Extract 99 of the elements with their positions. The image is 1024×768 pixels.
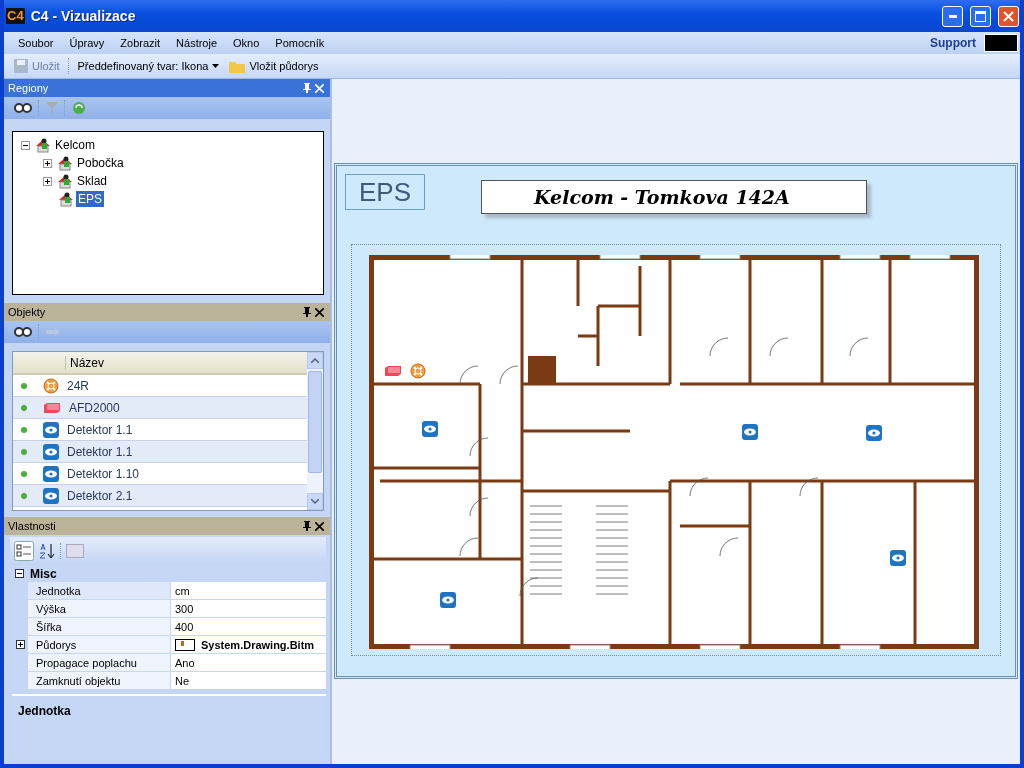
control-panel-icon: [384, 365, 402, 377]
house-person-icon: [57, 155, 73, 171]
folder-icon: [229, 59, 246, 73]
tree-item[interactable]: Sklad: [75, 173, 110, 189]
property-name[interactable]: Zamknutí objektu: [28, 672, 171, 689]
object-row[interactable]: 24R: [13, 375, 307, 397]
detector-icon: [422, 421, 438, 437]
minimize-icon: [948, 14, 957, 18]
tree-item[interactable]: Pobočka: [75, 155, 126, 171]
plus-icon: [44, 159, 51, 167]
property-value[interactable]: cm: [171, 582, 326, 599]
house-person-icon: [35, 137, 51, 153]
control-panel-icon: [43, 401, 61, 414]
image-thumbnail-icon: [175, 638, 195, 651]
object-row[interactable]: Detektor 2.1: [13, 485, 307, 507]
menu-item[interactable]: Nástroje: [168, 37, 226, 49]
plan-heading: Kelcom - Tomkova 142A: [481, 180, 867, 214]
object-name: Detektor 1.1: [67, 444, 133, 459]
minus-icon: [16, 570, 23, 577]
detector-icon: [43, 421, 59, 438]
close-button[interactable]: [313, 521, 326, 531]
toolbar-button[interactable]: Vložit půdorys: [227, 59, 321, 73]
detector-icon: [440, 592, 456, 608]
object-name: AFD2000: [69, 400, 120, 415]
region-label: EPS: [345, 174, 425, 210]
menu-item[interactable]: Zobrazit: [112, 37, 169, 49]
object-row[interactable]: AFD2000: [13, 397, 307, 419]
expand-toggle[interactable]: [21, 140, 30, 150]
property-name[interactable]: Výška: [28, 600, 171, 617]
tree-item[interactable]: Kelcom: [53, 137, 97, 153]
menu-item[interactable]: Úpravy: [61, 37, 113, 49]
chevron-up-icon: [311, 358, 319, 363]
pin-button[interactable]: [301, 307, 313, 317]
property-value[interactable]: 300: [171, 600, 326, 617]
column-title[interactable]: Název: [65, 355, 104, 370]
menu-item[interactable]: Okno: [225, 37, 268, 49]
window-title: C4 - Vizualizace: [30, 8, 137, 24]
detector-icon: [866, 425, 882, 441]
object-name: Detektor 2.1: [67, 488, 133, 503]
object-row[interactable]: Detektor 1.10: [13, 463, 307, 485]
object-name: Detektor 1.10: [67, 466, 140, 481]
panel-title: Regiony: [8, 82, 50, 94]
app-logo: C4: [6, 8, 25, 24]
caret-icon: [212, 64, 220, 68]
panel-title: Objekty: [8, 306, 47, 318]
collapse-toggle[interactable]: [15, 569, 24, 578]
detector-icon: [43, 443, 59, 460]
property-value[interactable]: Ne: [171, 672, 326, 689]
property-name[interactable]: Půdorys: [28, 636, 171, 653]
shape-dropdown[interactable]: Předdefinovaný tvar: Ikona: [75, 60, 222, 72]
maximize-button[interactable]: [970, 5, 991, 27]
binoculars-icon[interactable]: [14, 103, 32, 113]
menu-item[interactable]: Pomocník: [267, 37, 333, 49]
sounder-icon: [410, 363, 426, 379]
property-value[interactable]: 400: [171, 618, 326, 635]
sounder-icon: [43, 377, 59, 394]
maximize-icon: [975, 10, 986, 22]
save-icon: [14, 59, 28, 73]
scroll-up-button[interactable]: [307, 352, 323, 369]
expand-toggle[interactable]: [43, 176, 52, 186]
categorized-icon[interactable]: [14, 541, 34, 561]
expand-toggle[interactable]: [43, 158, 52, 168]
property-value[interactable]: System.Drawing.Bitm: [171, 636, 326, 653]
support-label: Support: [930, 36, 976, 50]
panel-title: Vlastnosti: [8, 520, 57, 532]
sort-alphabetical-icon[interactable]: [38, 542, 56, 560]
property-name[interactable]: Šířka: [28, 618, 171, 635]
property-value[interactable]: Ano: [171, 654, 326, 671]
plus-icon: [16, 641, 24, 648]
house-person-icon: [57, 173, 73, 189]
detector-icon: [43, 487, 59, 504]
binoculars-icon[interactable]: [14, 327, 32, 337]
minimize-button[interactable]: [942, 5, 963, 27]
house-person-icon: [58, 191, 74, 207]
detector-icon: [742, 424, 758, 440]
close-icon: [1003, 10, 1014, 22]
expand-toggle[interactable]: [15, 640, 25, 649]
category-title: Misc: [30, 566, 57, 581]
plus-icon: [44, 177, 51, 185]
close-button[interactable]: [998, 5, 1019, 27]
object-name: 24R: [67, 378, 89, 393]
scroll-down-button[interactable]: [307, 493, 323, 510]
object-row[interactable]: Detektor 1.1: [13, 419, 307, 441]
property-name[interactable]: Jednotka: [28, 582, 171, 599]
detector-icon: [890, 550, 906, 566]
pin-button[interactable]: [301, 83, 313, 93]
pin-button[interactable]: [301, 521, 313, 531]
detector-icon: [43, 465, 59, 482]
scrollbar[interactable]: [307, 352, 323, 510]
object-row[interactable]: Detektor 1.1: [13, 441, 307, 463]
close-button[interactable]: [313, 307, 326, 317]
refresh-icon[interactable]: [72, 101, 86, 115]
menu-item[interactable]: Soubor: [10, 37, 62, 49]
close-button[interactable]: [313, 83, 326, 93]
status-indicator: [984, 34, 1018, 52]
property-name[interactable]: Propagace poplachu: [28, 654, 171, 671]
tree-item[interactable]: EPS: [76, 191, 104, 207]
object-name: Detektor 1.1: [67, 422, 133, 437]
chevron-down-icon: [311, 499, 319, 504]
